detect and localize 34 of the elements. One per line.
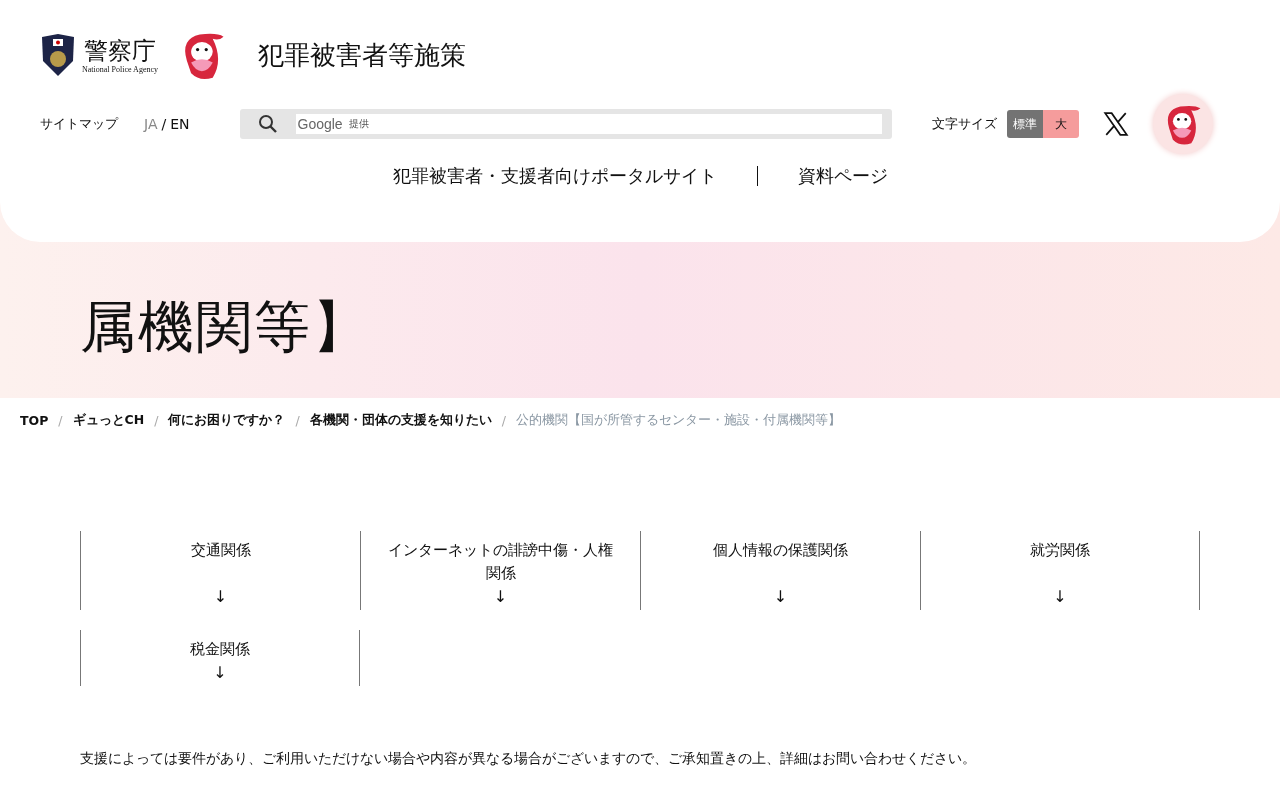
breadcrumb-link[interactable]: ギュっとCH [72,412,145,429]
search-icon [257,114,278,134]
breadcrumb-separator: / [154,413,159,428]
site-title[interactable]: 犯罪被害者等施策 [258,37,466,73]
font-size-button[interactable]: 標準 [1006,110,1043,138]
page-title: 属機関等】 [80,293,371,361]
breadcrumb-link[interactable]: 各機関・団体の支援を知りたい [309,412,492,429]
nav-link[interactable]: 資料ページ [757,164,928,188]
search-provider: Google [297,116,343,132]
breadcrumb-link[interactable]: 何にお困りですか？ [168,412,286,429]
category-link[interactable]: 個人情報の保護関係 ↓ [640,531,920,610]
breadcrumb-link[interactable]: TOP [20,413,49,428]
police-emblem-icon [40,33,76,77]
search-bar[interactable]: Google 提供 [239,109,892,139]
category-link[interactable]: 税金関係 ↓ [80,630,360,686]
agency-name: 警察庁 [84,36,156,65]
notice-text: 支援によっては要件があり、ご利用いただけない場合や内容が異なる場合がございますので、ご承知置きの上、詳細はお問い合わせください。 [80,750,977,768]
agency-subtitle: National Police Agency [82,64,158,74]
search-provider-note: 提供 [348,117,369,131]
mascot-button[interactable] [1152,94,1213,154]
category-link[interactable]: インターネットの誹謗中傷・人権関係 ↓ [360,531,640,610]
category-link[interactable]: 交通関係 ↓ [80,531,360,610]
language-link[interactable]: JA [144,116,158,132]
nav-link[interactable]: 犯罪被害者・支援者向けポータルサイト [352,164,757,188]
category-link[interactable]: 就労関係 ↓ [920,531,1200,610]
font-size-label: 文字サイズ [931,115,997,133]
language-link[interactable]: EN [170,116,190,132]
breadcrumb-separator: / [501,413,506,428]
sitemap-link[interactable]: サイトマップ [40,115,118,133]
breadcrumb-separator: / [295,413,300,428]
x-social-icon[interactable] [1102,111,1129,137]
breadcrumb-separator: / [58,413,63,428]
language-separator: / [161,116,167,132]
font-size-button[interactable]: 大 [1042,110,1079,138]
